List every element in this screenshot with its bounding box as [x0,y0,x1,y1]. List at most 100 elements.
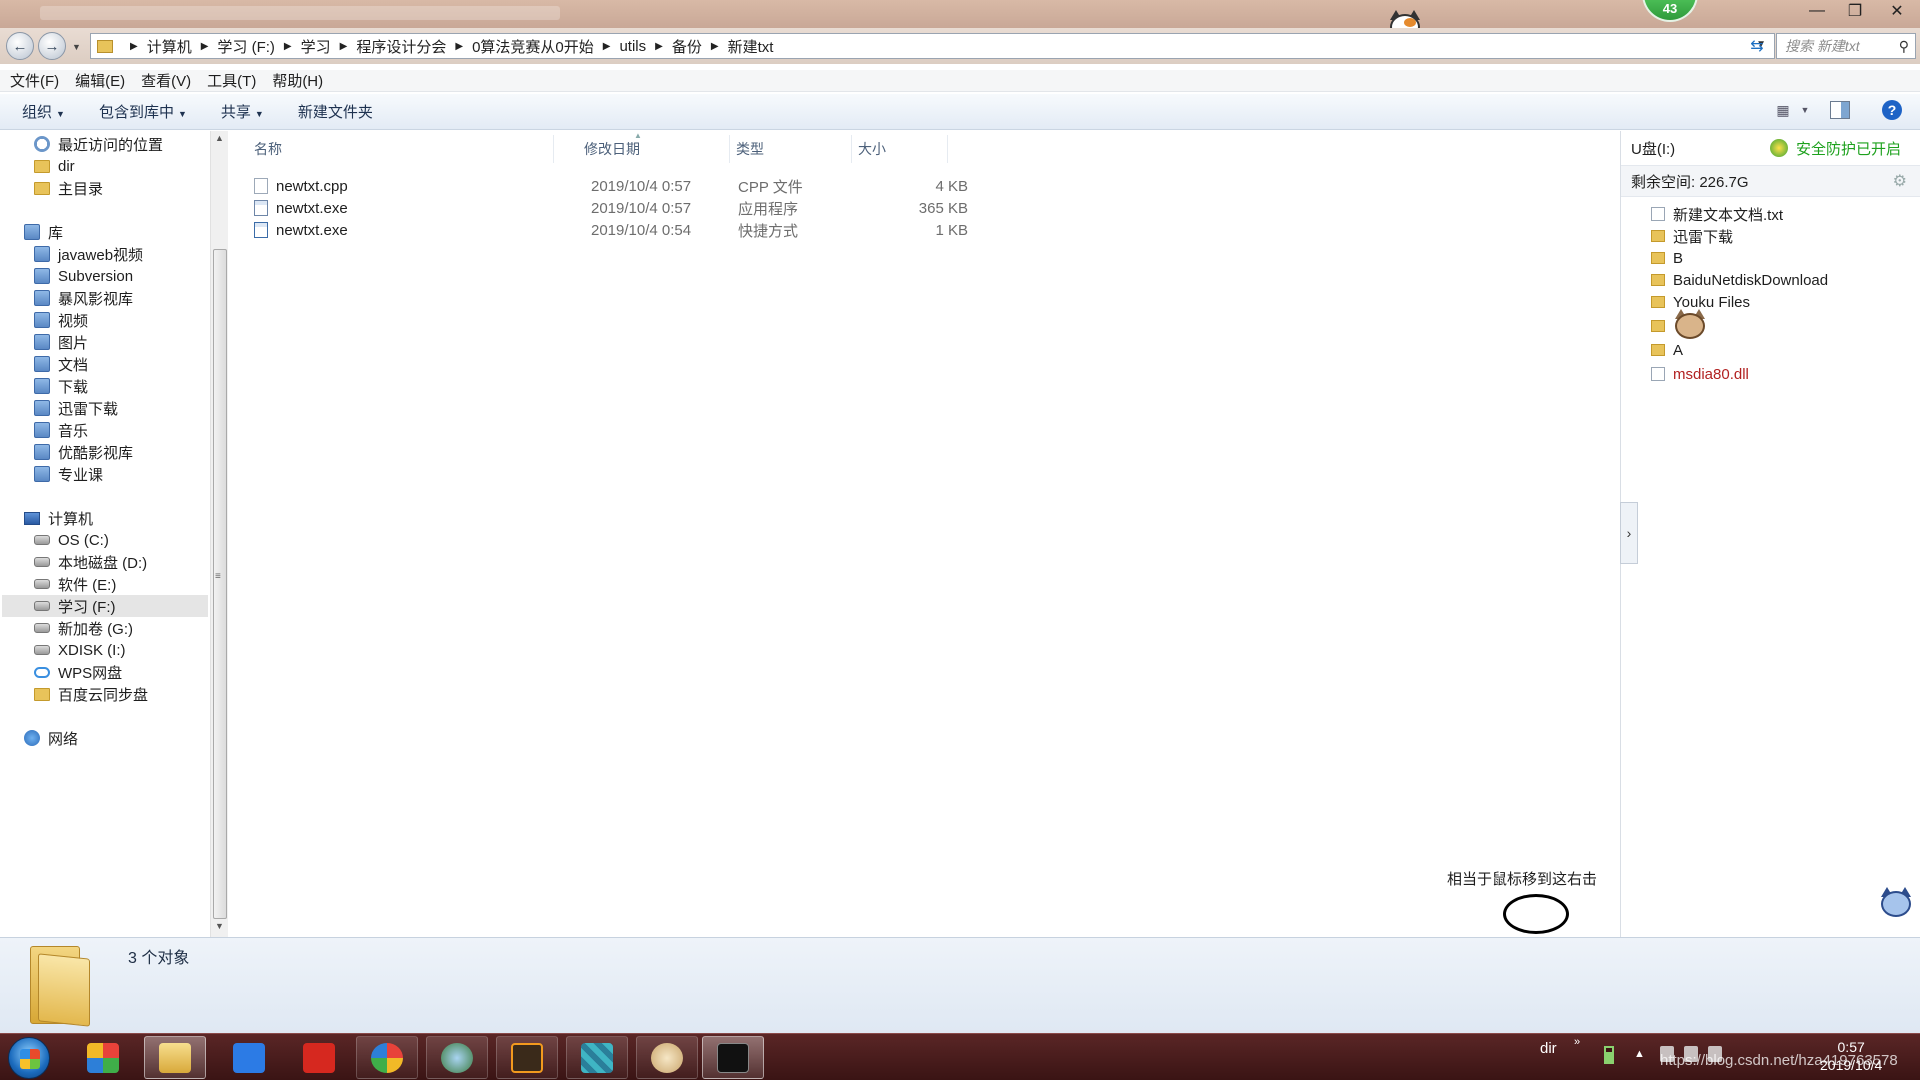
column-header-modified[interactable]: 修改日期 [578,135,730,163]
nav-item-home[interactable]: 主目录 [34,177,103,199]
menu-view[interactable]: 查看(V) [141,70,191,91]
column-header-size[interactable]: 大小 [852,135,948,163]
nav-item-library[interactable]: 下载 [34,375,88,397]
search-input[interactable]: 搜索 新建txt ⚲ [1776,33,1916,59]
scroll-down-arrow-icon[interactable]: ▼ [215,921,224,931]
nav-item-drive[interactable]: 软件 (E:) [34,573,116,595]
nav-item-library[interactable]: 优酷影视库 [34,441,133,463]
nav-item-drive[interactable]: 本地磁盘 (D:) [34,551,147,573]
minimize-button[interactable]: — [1798,0,1836,22]
battery-icon[interactable] [1604,1046,1614,1064]
column-header-type[interactable]: 类型 [730,135,852,163]
taskbar-app[interactable] [72,1036,134,1079]
nav-item-drive-selected[interactable]: 学习 (F:) [2,595,208,617]
tray-toolbar-label[interactable]: dir [1540,1040,1557,1057]
nav-item-dir[interactable]: dir [34,155,75,177]
column-header-name[interactable]: 名称 [248,135,554,163]
nav-item-library[interactable]: 文档 [34,353,88,375]
breadcrumb-separator-icon[interactable]: ▶ [340,41,348,52]
organize-button[interactable]: 组织 ▼ [22,101,65,122]
nav-item-library[interactable]: 图片 [34,331,88,353]
nav-item-baidu-sync[interactable]: 百度云同步盘 [34,683,148,705]
start-button[interactable] [8,1037,50,1079]
usb-list-item[interactable]: 迅雷下载 [1651,225,1733,247]
menu-file[interactable]: 文件(F) [10,70,59,91]
nav-item-library[interactable]: 专业课 [34,463,103,485]
nav-item-computer[interactable]: 计算机 [24,507,93,529]
breadcrumb-item-backup[interactable]: 备份 [672,36,702,57]
nav-item-library[interactable]: javaweb视频 [34,243,143,265]
nav-item-wps-cloud[interactable]: WPS网盘 [34,661,122,683]
breadcrumb-separator-icon[interactable]: ▶ [130,41,138,52]
refresh-button[interactable]: ⇆ [1744,34,1770,58]
windows-logo-icon [20,1049,40,1069]
breadcrumb-separator-icon[interactable]: ▶ [603,41,611,52]
breadcrumb-separator-icon[interactable]: ▶ [711,41,719,52]
scrollbar-thumb[interactable] [213,249,227,919]
usb-list-item[interactable]: 新建文本文档.txt [1651,203,1783,225]
taskbar-app[interactable] [426,1036,488,1079]
breadcrumb-item-programming[interactable]: 程序设计分会 [356,36,446,57]
taskbar-app-explorer[interactable] [144,1036,206,1079]
menu-edit[interactable]: 编辑(E) [75,70,125,91]
navigation-scrollbar[interactable]: ▲ ≡ ▼ [210,131,228,937]
preview-pane-icon[interactable] [1830,101,1850,119]
address-bar[interactable]: ▶ 计算机 ▶ 学习 (F:) ▶ 学习 ▶ 程序设计分会 ▶ 0算法竞赛从0开… [90,33,1775,59]
nav-item-library[interactable]: 视频 [34,309,88,331]
share-button[interactable]: 共享 ▼ [221,101,264,122]
show-hidden-icons-icon[interactable]: ▲ [1634,1048,1645,1060]
taskbar-app[interactable] [356,1036,418,1079]
security-status[interactable]: 安全防护已开启 [1769,138,1901,159]
window-title-ghost [40,6,560,20]
usb-list-item[interactable]: B [1651,247,1683,269]
nav-item-network[interactable]: 网络 [24,727,78,749]
change-view-icon[interactable]: ▦ [1772,101,1794,119]
nav-item-drive[interactable]: 新加卷 (G:) [34,617,133,639]
menu-tools[interactable]: 工具(T) [207,70,256,91]
nav-item-library[interactable]: 音乐 [34,419,88,441]
nav-item-drive[interactable]: XDISK (I:) [34,639,126,661]
menu-help[interactable]: 帮助(H) [272,70,323,91]
nav-item-libraries[interactable]: 库 [24,221,63,243]
search-icon[interactable]: ⚲ [1899,34,1909,58]
usb-list-item[interactable]: msdia80.dll [1651,363,1749,385]
nav-item-library[interactable]: 暴风影视库 [34,287,133,309]
breadcrumb-item-algorithm[interactable]: 0算法竞赛从0开始 [472,36,594,57]
breadcrumb-separator-icon[interactable]: ▶ [655,41,663,52]
breadcrumb-item-computer[interactable]: 计算机 [147,36,192,57]
scroll-up-arrow-icon[interactable]: ▲ [215,133,224,143]
nav-item-recent-places[interactable]: 最近访问的位置 [34,133,163,155]
help-icon[interactable]: ? [1882,100,1902,120]
taskbar-app[interactable] [636,1036,698,1079]
gear-icon[interactable]: ⚙ [1893,171,1907,191]
breadcrumb-separator-icon[interactable]: ▶ [201,41,209,52]
breadcrumb-separator-icon[interactable]: ▶ [284,41,292,52]
taskbar-app[interactable] [566,1036,628,1079]
recent-pages-dropdown-icon[interactable]: ▼ [72,42,81,52]
usb-list-item[interactable]: BaiduNetdiskDownload [1651,269,1828,291]
folder-icon [1651,252,1665,264]
maximize-button[interactable]: ❐ [1836,0,1874,22]
breadcrumb-item-utils[interactable]: utils [619,38,646,55]
breadcrumb-item-newtxt[interactable]: 新建txt [728,36,774,57]
breadcrumb-separator-icon[interactable]: ▶ [455,41,463,52]
include-in-library-button[interactable]: 包含到库中 ▼ [99,101,187,122]
breadcrumb-item-drive-f[interactable]: 学习 (F:) [217,36,275,57]
close-button[interactable]: ✕ [1874,0,1920,22]
file-list[interactable]: 名称 ▲ 修改日期 类型 大小 newtxt.cpp 2019/10/4 0:5… [230,131,1620,937]
nav-item-library[interactable]: Subversion [34,265,133,287]
collapse-panel-button[interactable]: › [1620,502,1638,564]
breadcrumb-item-study[interactable]: 学习 [301,36,331,57]
speed-badge[interactable]: 43 [1642,0,1698,22]
view-options-dropdown-icon[interactable]: ▼ [1794,101,1816,119]
taskbar-app[interactable] [218,1036,280,1079]
nav-item-drive[interactable]: OS (C:) [34,529,109,551]
taskbar-app-cmd[interactable] [702,1036,764,1079]
taskbar-app[interactable] [288,1036,350,1079]
new-folder-button[interactable]: 新建文件夹 [298,101,373,122]
forward-button[interactable]: → [38,32,66,60]
taskbar-app[interactable] [496,1036,558,1079]
back-button[interactable]: ← [6,32,34,60]
tray-expand-icon[interactable]: » [1574,1036,1580,1048]
nav-item-library[interactable]: 迅雷下载 [34,397,118,419]
